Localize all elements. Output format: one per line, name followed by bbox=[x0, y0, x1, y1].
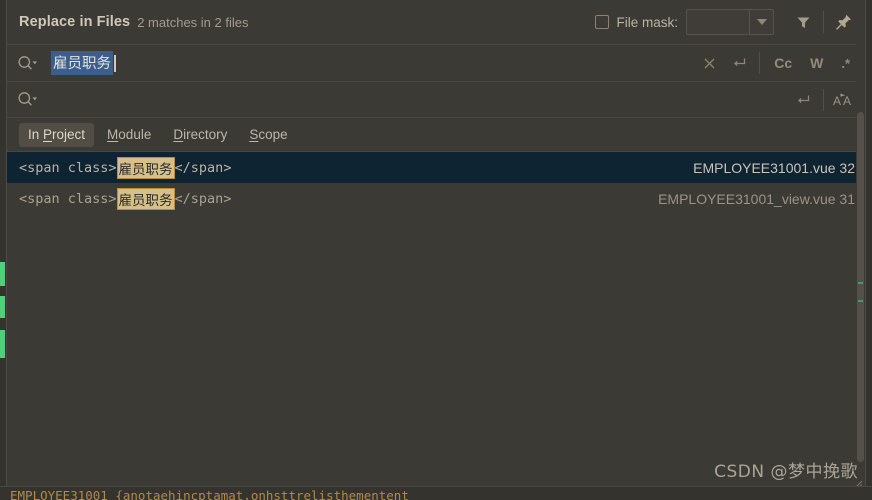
editor-code-line: EMPLOYEE31001 {anotaehincptamat,onhsttre… bbox=[10, 488, 409, 500]
scrollbar-match-marker bbox=[858, 300, 863, 302]
result-file-label: EMPLOYEE31001_view.vue bbox=[658, 190, 836, 207]
tab-directory-post: irectory bbox=[183, 126, 228, 142]
tab-in-project-pre: In bbox=[28, 126, 44, 142]
result-snippet: <span class> 雇员职务 </span> bbox=[19, 187, 232, 210]
new-line-icon bbox=[734, 58, 746, 67]
editor-bottom-line: EMPLOYEE31001 {anotaehincptamat,onhsttre… bbox=[0, 486, 872, 500]
svg-text:A: A bbox=[833, 94, 841, 108]
replace-in-files-panel: Replace in Files 2 matches in 2 files Fi… bbox=[6, 0, 866, 489]
scrollbar-match-marker bbox=[858, 282, 863, 284]
replace-in-files-window: Replace in Files 2 matches in 2 files Fi… bbox=[0, 0, 872, 500]
tab-scope-post: cope bbox=[258, 126, 288, 142]
match-case-button[interactable]: Cc bbox=[765, 49, 801, 77]
search-icon-group[interactable] bbox=[17, 55, 43, 72]
result-match-highlight: 雇员职务 bbox=[116, 156, 175, 179]
search-dropdown-icon bbox=[18, 55, 37, 70]
replace-icon-group[interactable] bbox=[17, 91, 43, 108]
file-mask-dropdown-arrow[interactable] bbox=[749, 10, 773, 34]
table-row[interactable]: <span class> 雇员职务 </span> EMPLOYEE31001_vi… bbox=[7, 183, 865, 214]
page-title: Replace in Files bbox=[19, 14, 131, 30]
file-mask-toggle[interactable]: File mask: bbox=[595, 15, 678, 30]
result-prefix: <span class> bbox=[19, 159, 117, 176]
result-line-number: 31 bbox=[839, 190, 855, 207]
file-mask-label: File mask: bbox=[616, 14, 678, 30]
result-match-highlight: 雇员职务 bbox=[116, 187, 175, 210]
preserve-case-icon: A A bbox=[833, 93, 851, 108]
close-icon bbox=[704, 58, 715, 68]
file-mask-combobox[interactable] bbox=[686, 9, 774, 35]
tab-scope[interactable]: Scope bbox=[240, 123, 296, 147]
whole-words-button[interactable]: W bbox=[801, 49, 832, 77]
search-input[interactable]: 雇员职务 bbox=[43, 51, 694, 75]
result-file-label: EMPLOYEE31001.vue bbox=[693, 159, 836, 176]
header-divider bbox=[823, 11, 824, 33]
text-caret bbox=[114, 54, 116, 72]
clear-search-button[interactable] bbox=[694, 48, 724, 78]
regex-button[interactable]: .* bbox=[832, 49, 859, 77]
result-line-number: 32 bbox=[839, 159, 855, 176]
replace-actions-divider bbox=[823, 88, 824, 111]
tab-module-post: odule bbox=[118, 126, 152, 142]
search-actions: Cc W .* bbox=[694, 48, 865, 78]
search-actions-divider bbox=[759, 52, 761, 74]
file-mask-input[interactable] bbox=[687, 10, 749, 34]
replace-field-row[interactable]: A A bbox=[7, 82, 865, 118]
table-row[interactable]: <span class> 雇员职务 </span> EMPLOYEE31001.vu… bbox=[7, 152, 865, 183]
tab-in-project-post: roject bbox=[52, 126, 86, 142]
file-mask-checkbox[interactable] bbox=[595, 15, 610, 29]
vertical-scrollbar[interactable] bbox=[856, 0, 865, 488]
results-list[interactable]: <span class> 雇员职务 </span> EMPLOYEE31001.vu… bbox=[7, 152, 865, 487]
panel-header: Replace in Files 2 matches in 2 files Fi… bbox=[7, 0, 865, 44]
result-file-name: EMPLOYEE31001_view.vue 31 bbox=[658, 191, 855, 207]
search-dropdown-icon bbox=[18, 92, 37, 106]
filter-funnel-icon bbox=[797, 17, 809, 28]
tab-module[interactable]: Module bbox=[98, 123, 160, 147]
scrollbar-thumb[interactable] bbox=[857, 112, 864, 462]
preserve-case-button[interactable]: A A bbox=[829, 85, 859, 115]
search-newline-button[interactable] bbox=[724, 48, 754, 78]
tab-directory-mnemonic: D bbox=[173, 126, 184, 142]
result-file-name: EMPLOYEE31001.vue 32 bbox=[693, 160, 855, 176]
pin-button[interactable] bbox=[829, 7, 859, 37]
search-input-value: 雇员职务 bbox=[51, 51, 113, 75]
scope-tab-bar: In Project Module Directory Scope bbox=[7, 118, 865, 152]
new-line-icon bbox=[798, 95, 810, 103]
result-snippet: <span class> 雇员职务 </span> bbox=[19, 156, 232, 179]
tab-module-mnemonic: M bbox=[107, 126, 119, 142]
svg-text:A: A bbox=[843, 94, 851, 108]
filter-button[interactable] bbox=[788, 7, 818, 37]
tab-in-project[interactable]: In Project bbox=[19, 122, 95, 147]
tab-directory[interactable]: Directory bbox=[164, 123, 236, 147]
pin-icon bbox=[836, 14, 851, 30]
result-suffix: </span> bbox=[174, 159, 232, 176]
resize-grip[interactable] bbox=[854, 476, 863, 489]
result-prefix: <span class> bbox=[19, 190, 117, 207]
result-suffix: </span> bbox=[174, 190, 232, 207]
chevron-down-icon bbox=[756, 19, 767, 25]
search-field-row[interactable]: 雇员职务 Cc W .* bbox=[7, 44, 865, 82]
replace-actions: A A bbox=[788, 85, 865, 115]
tab-in-project-mnemonic: P bbox=[43, 126, 53, 142]
match-summary: 2 matches in 2 files bbox=[137, 14, 249, 30]
replace-newline-button[interactable] bbox=[788, 85, 818, 115]
